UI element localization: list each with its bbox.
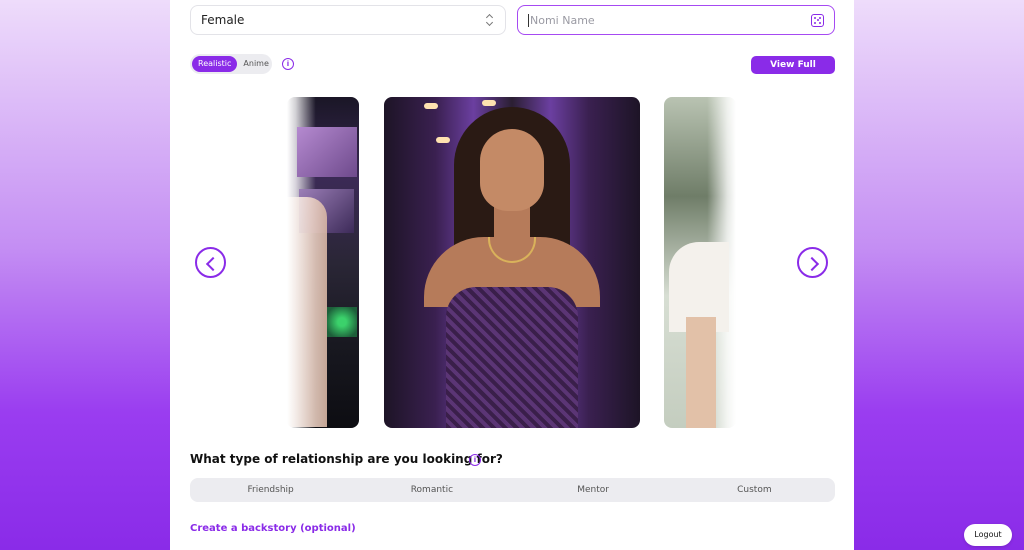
gender-select-value: Female <box>201 13 245 27</box>
main-panel: Female Realistic Anime i View Full Galle… <box>170 0 854 550</box>
toggle-anime[interactable]: Anime <box>237 56 274 72</box>
relationship-option-friendship[interactable]: Friendship <box>190 485 351 495</box>
relationship-options: Friendship Romantic Mentor Custom <box>190 478 835 502</box>
ceiling-light <box>424 103 438 109</box>
relationship-option-mentor[interactable]: Mentor <box>513 485 674 495</box>
nomi-name-input[interactable] <box>530 13 800 27</box>
relationship-question: What type of relationship are you lookin… <box>190 452 503 466</box>
create-backstory-link[interactable]: Create a backstory (optional) <box>190 523 356 534</box>
info-icon[interactable]: i <box>469 454 481 466</box>
info-icon[interactable]: i <box>282 58 294 70</box>
logout-button[interactable]: Logout <box>964 524 1012 546</box>
dice-icon[interactable] <box>811 13 824 27</box>
relationship-option-romantic[interactable]: Romantic <box>351 485 512 495</box>
gallery-card-next[interactable] <box>664 97 736 428</box>
ceiling-light <box>436 137 450 143</box>
dress-image <box>446 287 578 428</box>
arm-image <box>287 197 327 427</box>
text-caret <box>528 13 529 27</box>
arm-image <box>686 317 716 428</box>
chevron-left-icon[interactable] <box>195 247 226 278</box>
gender-select[interactable]: Female <box>190 5 506 35</box>
relationship-question-text: What type of relationship are you lookin… <box>190 452 503 466</box>
view-full-gallery-button[interactable]: View Full Gallery <box>751 56 835 88</box>
relationship-option-custom[interactable]: Custom <box>674 485 835 495</box>
face-image <box>480 129 544 211</box>
style-toggle: Realistic Anime <box>190 54 272 74</box>
gallery-card-previous[interactable] <box>287 97 359 428</box>
toggle-realistic[interactable]: Realistic <box>192 56 238 72</box>
gallery-card-selected[interactable] <box>384 97 640 428</box>
monitor-image <box>297 127 357 177</box>
chevron-updown-icon <box>485 13 495 27</box>
chevron-right-icon[interactable] <box>797 247 828 278</box>
keyboard-image <box>327 307 357 337</box>
nomi-name-field[interactable] <box>517 5 835 35</box>
ceiling-light <box>482 100 496 106</box>
